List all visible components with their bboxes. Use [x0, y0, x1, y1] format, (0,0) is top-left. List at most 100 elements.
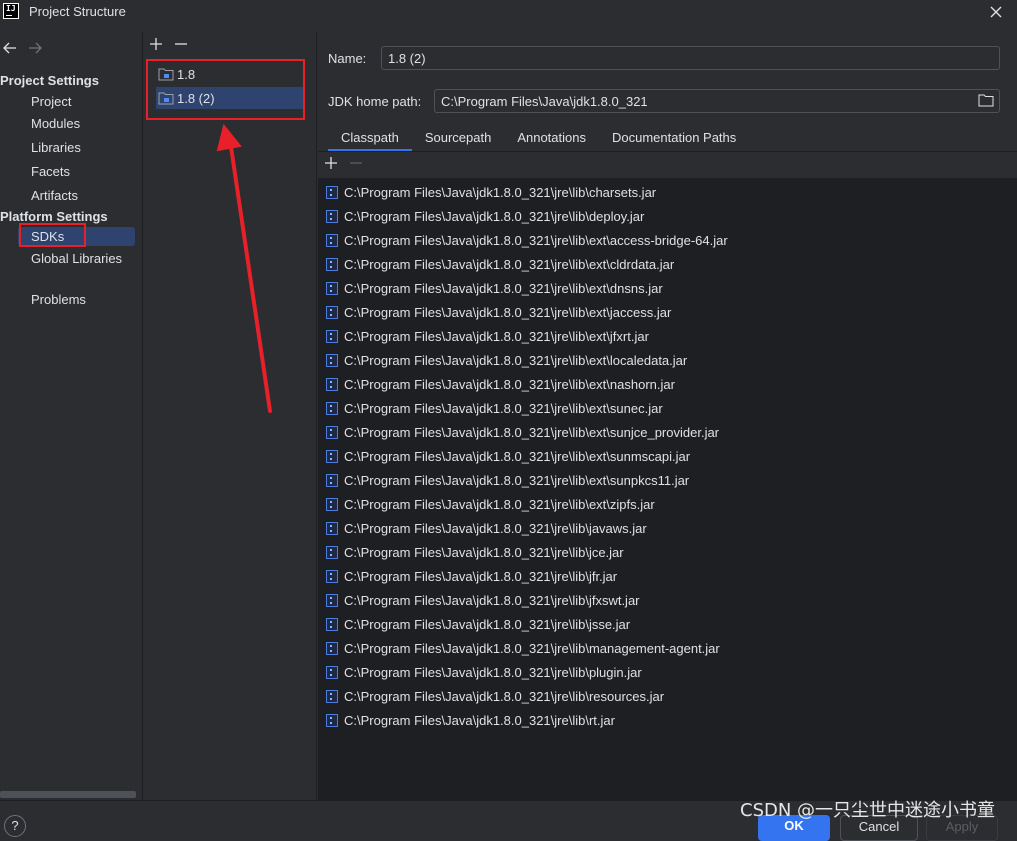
classpath-row[interactable]: C:\Program Files\Java\jdk1.8.0_321\jre\l… [326, 254, 674, 274]
classpath-path: C:\Program Files\Java\jdk1.8.0_321\jre\l… [344, 400, 663, 416]
classpath-path: C:\Program Files\Java\jdk1.8.0_321\jre\l… [344, 472, 690, 488]
back-arrow-icon[interactable] [2, 41, 18, 55]
jar-file-icon [326, 473, 338, 487]
jar-file-icon [326, 209, 338, 223]
nav-section-platform-settings: Platform Settings [0, 209, 108, 224]
classpath-row[interactable]: C:\Program Files\Java\jdk1.8.0_321\jre\l… [326, 182, 656, 202]
add-sdk-icon[interactable] [149, 37, 163, 51]
name-field[interactable] [381, 46, 1000, 70]
jar-file-icon [326, 401, 338, 415]
jar-file-icon [326, 545, 338, 559]
sdk-list-pane: 1.8 1.8 (2) [144, 32, 317, 800]
classpath-path: C:\Program Files\Java\jdk1.8.0_321\jre\l… [344, 640, 720, 656]
tab-documentation-paths[interactable]: Documentation Paths [599, 126, 749, 152]
tab-sourcepath[interactable]: Sourcepath [412, 126, 505, 152]
jar-file-icon [326, 617, 338, 631]
nav-item-global-libraries[interactable]: Global Libraries [31, 251, 122, 266]
classpath-row[interactable]: C:\Program Files\Java\jdk1.8.0_321\jre\l… [326, 422, 719, 442]
classpath-path: C:\Program Files\Java\jdk1.8.0_321\jre\l… [344, 688, 665, 704]
classpath-row[interactable]: C:\Program Files\Java\jdk1.8.0_321\jre\l… [326, 686, 664, 706]
classpath-row[interactable]: C:\Program Files\Java\jdk1.8.0_321\jre\l… [326, 518, 647, 538]
classpath-row[interactable]: C:\Program Files\Java\jdk1.8.0_321\jre\l… [326, 494, 655, 514]
nav-item-project[interactable]: Project [31, 94, 71, 109]
jar-file-icon [326, 713, 338, 727]
annotation-red-box-sdks [19, 223, 86, 247]
classpath-row[interactable]: C:\Program Files\Java\jdk1.8.0_321\jre\l… [326, 710, 615, 730]
classpath-row[interactable]: C:\Program Files\Java\jdk1.8.0_321\jre\l… [326, 638, 720, 658]
classpath-row[interactable]: C:\Program Files\Java\jdk1.8.0_321\jre\l… [326, 590, 640, 610]
jar-file-icon [326, 257, 338, 271]
jdk-home-label: JDK home path: [328, 94, 422, 109]
classpath-row[interactable]: C:\Program Files\Java\jdk1.8.0_321\jre\l… [326, 374, 675, 394]
close-icon[interactable] [989, 5, 1003, 19]
classpath-path: C:\Program Files\Java\jdk1.8.0_321\jre\l… [344, 280, 663, 296]
classpath-path: C:\Program Files\Java\jdk1.8.0_321\jre\l… [344, 664, 642, 680]
remove-sdk-icon[interactable] [174, 37, 188, 51]
classpath-path: C:\Program Files\Java\jdk1.8.0_321\jre\l… [344, 208, 645, 224]
classpath-path: C:\Program Files\Java\jdk1.8.0_321\jre\l… [344, 304, 672, 320]
window-title: Project Structure [29, 4, 126, 19]
classpath-path: C:\Program Files\Java\jdk1.8.0_321\jre\l… [344, 352, 688, 368]
classpath-row[interactable]: C:\Program Files\Java\jdk1.8.0_321\jre\l… [326, 614, 630, 634]
jar-file-icon [326, 377, 338, 391]
annotation-red-box-sdk-list [146, 59, 305, 120]
classpath-row[interactable]: C:\Program Files\Java\jdk1.8.0_321\jre\l… [326, 566, 617, 586]
jar-file-icon [326, 233, 338, 247]
classpath-row[interactable]: C:\Program Files\Java\jdk1.8.0_321\jre\l… [326, 326, 649, 346]
add-classpath-icon[interactable] [324, 156, 338, 170]
classpath-path: C:\Program Files\Java\jdk1.8.0_321\jre\l… [344, 568, 618, 584]
classpath-row[interactable]: C:\Program Files\Java\jdk1.8.0_321\jre\l… [326, 350, 687, 370]
nav-item-facets[interactable]: Facets [31, 164, 70, 179]
nav-item-problems[interactable]: Problems [31, 292, 86, 307]
jar-file-icon [326, 305, 338, 319]
help-button[interactable]: ? [4, 815, 26, 837]
nav-item-modules[interactable]: Modules [31, 116, 80, 131]
browse-folder-icon[interactable] [978, 93, 994, 107]
forward-arrow-icon[interactable] [27, 41, 43, 55]
jar-file-icon [326, 665, 338, 679]
classpath-row[interactable]: C:\Program Files\Java\jdk1.8.0_321\jre\l… [326, 230, 728, 250]
nav-item-libraries[interactable]: Libraries [31, 140, 81, 155]
remove-classpath-icon[interactable] [349, 156, 363, 170]
classpath-path: C:\Program Files\Java\jdk1.8.0_321\jre\l… [344, 328, 649, 344]
tab-annotations[interactable]: Annotations [504, 126, 599, 152]
classpath-path: C:\Program Files\Java\jdk1.8.0_321\jre\l… [344, 448, 691, 464]
jar-file-icon [326, 353, 338, 367]
classpath-path: C:\Program Files\Java\jdk1.8.0_321\jre\l… [344, 184, 657, 200]
jar-file-icon [326, 641, 338, 655]
jar-file-icon [326, 281, 338, 295]
settings-nav: Project Settings Project Modules Librari… [0, 32, 143, 800]
intellij-app-icon: IJ [3, 3, 19, 19]
nav-item-artifacts[interactable]: Artifacts [31, 188, 78, 203]
classpath-row[interactable]: C:\Program Files\Java\jdk1.8.0_321\jre\l… [326, 398, 663, 418]
classpath-path: C:\Program Files\Java\jdk1.8.0_321\jre\l… [344, 592, 640, 608]
jar-file-icon [326, 689, 338, 703]
jar-file-icon [326, 329, 338, 343]
sdk-tabs: Classpath Sourcepath Annotations Documen… [328, 126, 749, 152]
jdk-home-path-wrapper [434, 89, 1000, 113]
title-bar: IJ Project Structure [0, 0, 1017, 24]
classpath-path: C:\Program Files\Java\jdk1.8.0_321\jre\l… [344, 376, 675, 392]
classpath-row[interactable]: C:\Program Files\Java\jdk1.8.0_321\jre\l… [326, 662, 642, 682]
jar-file-icon [326, 497, 338, 511]
jar-file-icon [326, 521, 338, 535]
nav-section-project-settings: Project Settings [0, 73, 99, 88]
jar-file-icon [326, 593, 338, 607]
nav-scrollbar[interactable] [0, 791, 136, 798]
classpath-row[interactable]: C:\Program Files\Java\jdk1.8.0_321\jre\l… [326, 542, 624, 562]
classpath-row[interactable]: C:\Program Files\Java\jdk1.8.0_321\jre\l… [326, 206, 644, 226]
tab-classpath[interactable]: Classpath [328, 126, 412, 152]
jar-file-icon [326, 569, 338, 583]
classpath-toolbar [318, 152, 1017, 178]
classpath-path: C:\Program Files\Java\jdk1.8.0_321\jre\l… [344, 616, 631, 632]
classpath-row[interactable]: C:\Program Files\Java\jdk1.8.0_321\jre\l… [326, 278, 663, 298]
classpath-path: C:\Program Files\Java\jdk1.8.0_321\jre\l… [344, 424, 720, 440]
name-label: Name: [328, 51, 367, 66]
jar-file-icon [326, 425, 338, 439]
classpath-path: C:\Program Files\Java\jdk1.8.0_321\jre\l… [344, 496, 655, 512]
classpath-row[interactable]: C:\Program Files\Java\jdk1.8.0_321\jre\l… [326, 470, 689, 490]
classpath-row[interactable]: C:\Program Files\Java\jdk1.8.0_321\jre\l… [326, 446, 690, 466]
jdk-home-path-field[interactable] [434, 89, 1000, 113]
classpath-row[interactable]: C:\Program Files\Java\jdk1.8.0_321\jre\l… [326, 302, 671, 322]
classpath-path: C:\Program Files\Java\jdk1.8.0_321\jre\l… [344, 520, 647, 536]
